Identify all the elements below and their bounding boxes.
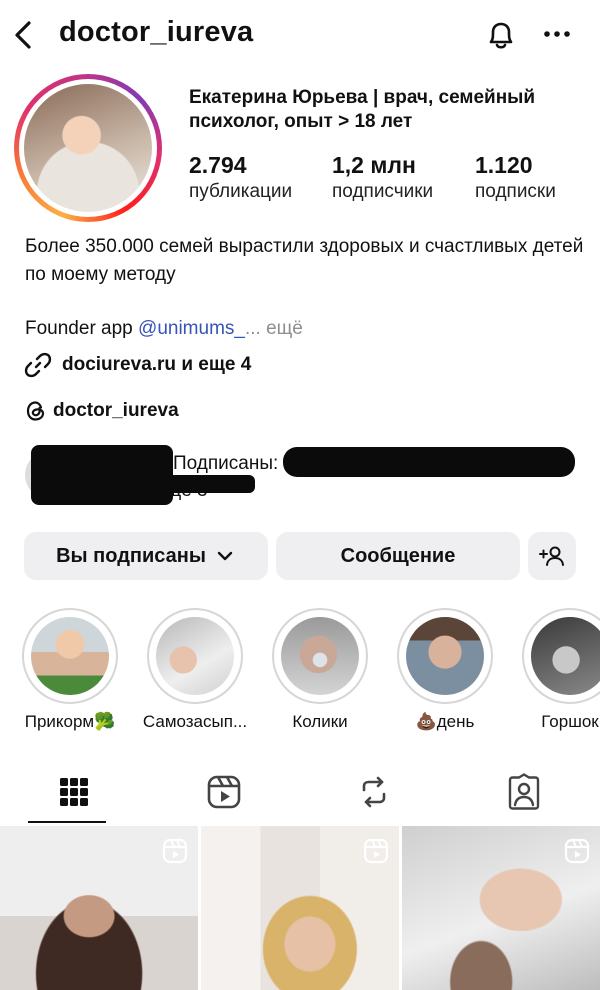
founder-prefix: Founder app bbox=[25, 318, 139, 339]
profile-username: doctor_iureva bbox=[59, 16, 254, 48]
tab-reposts[interactable] bbox=[354, 772, 394, 812]
posts-count-label: публикации bbox=[189, 181, 293, 202]
tab-reels[interactable] bbox=[204, 772, 244, 812]
profile-display-name: Екатерина Юрьева | врач, семейный психол… bbox=[189, 87, 536, 132]
following-count[interactable]: 1.120 подписки bbox=[475, 150, 556, 204]
tab-tagged[interactable] bbox=[504, 772, 544, 812]
posts-count[interactable]: 2.794 публикации bbox=[189, 150, 292, 204]
content-tabs bbox=[0, 760, 600, 826]
threads-link[interactable]: doctor_iureva bbox=[25, 397, 179, 425]
profile-bio: Более 350.000 семей вырастили здоровых и… bbox=[25, 236, 584, 285]
highlight-item[interactable]: 💩день bbox=[397, 608, 493, 731]
followed-by[interactable]: Подписаны: a ещё 3 bbox=[25, 445, 585, 509]
redaction-mark bbox=[31, 445, 173, 505]
external-link-text: dociureva.ru и еще 4 bbox=[62, 354, 252, 375]
reel-badge-icon bbox=[162, 838, 188, 864]
post-thumbnail[interactable] bbox=[0, 826, 198, 990]
message-button-label: Сообщение bbox=[340, 544, 456, 567]
highlight-cover bbox=[281, 617, 359, 695]
top-bar: doctor_iureva bbox=[0, 0, 600, 72]
highlight-item[interactable]: Горшок bbox=[522, 608, 600, 731]
back-icon[interactable] bbox=[10, 18, 38, 52]
followers-count-value: 1,2 млн bbox=[332, 152, 416, 178]
followers-count[interactable]: 1,2 млн подписчики bbox=[332, 150, 433, 204]
chevron-down-icon bbox=[217, 551, 233, 561]
threads-icon bbox=[26, 401, 45, 421]
highlight-cover bbox=[406, 617, 484, 695]
reel-badge-icon bbox=[564, 838, 590, 864]
highlight-cover bbox=[531, 617, 600, 695]
followed-by-text: Подписаны: a bbox=[173, 453, 295, 474]
highlight-item[interactable]: Самозасып... bbox=[143, 608, 247, 731]
bio-more-link[interactable]: ... ещё bbox=[245, 318, 303, 339]
redaction-mark bbox=[283, 447, 575, 477]
post-thumbnail[interactable] bbox=[402, 826, 600, 990]
highlight-label: Горшок bbox=[541, 712, 599, 731]
highlight-cover bbox=[31, 617, 109, 695]
highlight-item[interactable]: Прикорм🥦 bbox=[22, 608, 118, 731]
following-button-label: Вы подписаны bbox=[56, 544, 206, 567]
followers-count-label: подписчики bbox=[332, 181, 434, 202]
add-user-icon bbox=[539, 546, 564, 566]
repost-icon bbox=[362, 776, 386, 808]
highlight-cover bbox=[156, 617, 234, 695]
reel-badge-icon bbox=[363, 838, 389, 864]
following-count-value: 1.120 bbox=[475, 152, 533, 178]
following-button[interactable]: Вы подписаны bbox=[24, 532, 268, 580]
posts-count-value: 2.794 bbox=[189, 152, 247, 178]
more-options-icon[interactable] bbox=[540, 19, 574, 49]
founder-line: Founder app @unimums_... ещё bbox=[25, 316, 303, 342]
redaction-mark bbox=[155, 475, 255, 493]
profile-avatar-story-ring[interactable] bbox=[14, 74, 162, 222]
post-thumbnail[interactable] bbox=[201, 826, 399, 990]
grid-icon bbox=[60, 778, 88, 806]
tab-posts-grid[interactable] bbox=[54, 772, 94, 812]
external-links[interactable]: dociureva.ru и еще 4 bbox=[24, 350, 251, 380]
bell-icon[interactable] bbox=[483, 17, 519, 53]
highlight-item[interactable]: Колики bbox=[272, 608, 368, 731]
threads-handle: doctor_iureva bbox=[53, 400, 179, 421]
suggest-user-button[interactable] bbox=[528, 532, 576, 580]
link-icon bbox=[24, 352, 52, 378]
following-count-label: подписки bbox=[475, 181, 556, 202]
active-tab-indicator bbox=[28, 821, 106, 823]
message-button[interactable]: Сообщение bbox=[276, 532, 520, 580]
tagged-icon bbox=[508, 773, 540, 810]
founder-mention-link[interactable]: @unimums_ bbox=[138, 318, 245, 339]
reels-icon bbox=[207, 775, 241, 809]
avatar bbox=[24, 84, 152, 212]
